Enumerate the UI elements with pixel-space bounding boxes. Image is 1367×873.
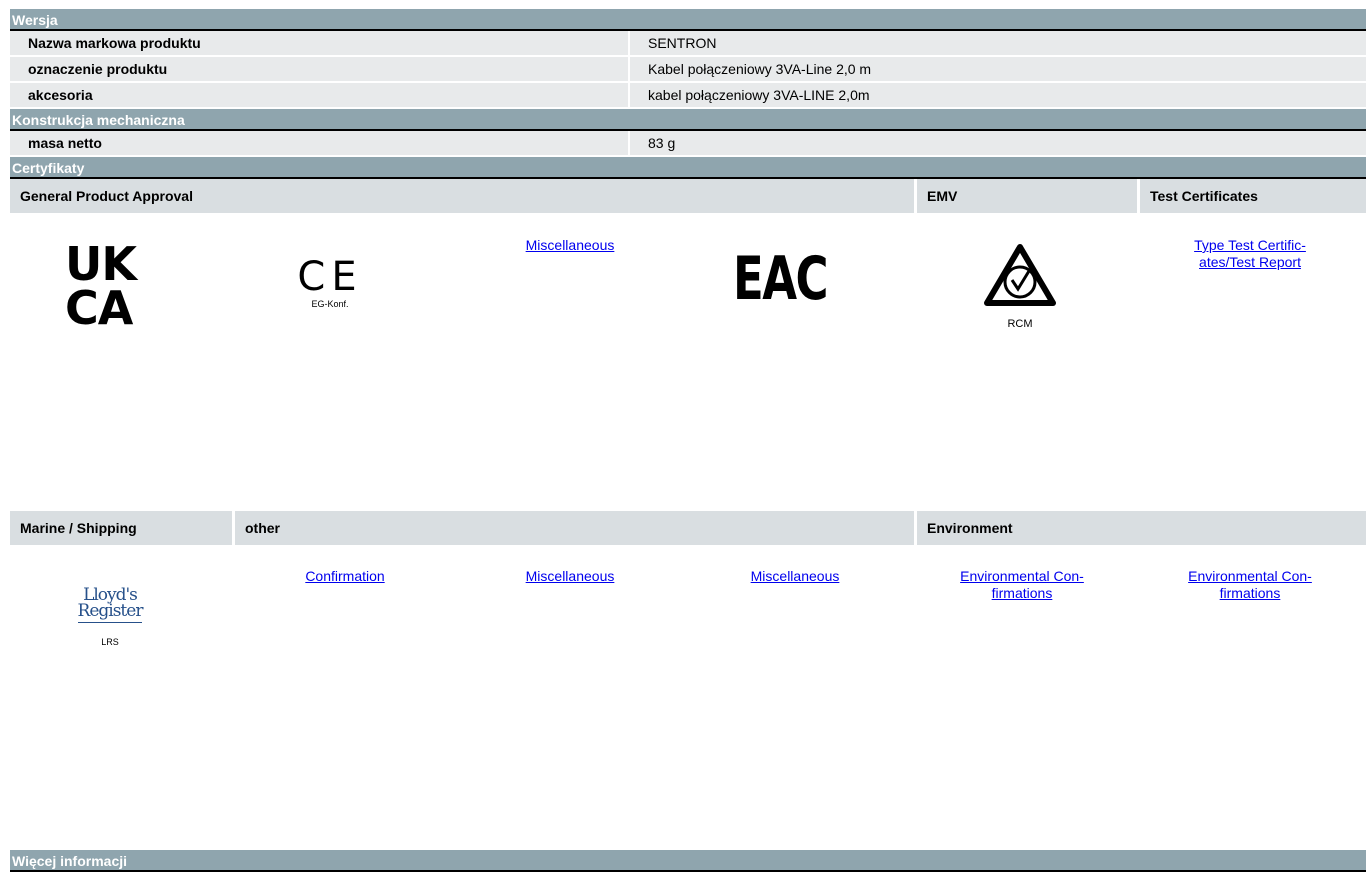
rcm-logo: RCM xyxy=(960,243,1080,330)
row-label: masa netto xyxy=(10,131,630,155)
ce-caption: EG-Konf. xyxy=(311,299,349,309)
section-header-konstrukcja: Konstrukcja mechaniczna xyxy=(10,109,1366,131)
confirmation-cell: Confirmation xyxy=(250,568,440,586)
ukca-logo: UK CA xyxy=(65,237,165,335)
env-cell-2: Environmental Con- firmations xyxy=(1150,568,1350,603)
header-marine: Marine / Shipping xyxy=(10,511,235,545)
lloyds-caption: LRS xyxy=(101,637,119,647)
row-label: Nazwa markowa produktu xyxy=(10,31,630,55)
rcm-icon xyxy=(984,244,1056,306)
cert-group1: UK CA CE EG-Konf. Miscellaneous EAC RCM xyxy=(10,213,1366,511)
miscellaneous-link[interactable]: Miscellaneous xyxy=(751,568,840,585)
environmental-confirmations-link[interactable]: Environmental Con- firmations xyxy=(1188,568,1312,602)
row-value: SENTRON xyxy=(630,31,1366,55)
table-row: masa netto 83 g xyxy=(10,131,1366,157)
table-row: oznaczenie produktu Kabel połączeniowy 3… xyxy=(10,57,1366,83)
misc-cell-1: Miscellaneous xyxy=(475,237,665,255)
table-row: akcesoria kabel połączeniowy 3VA-LINE 2,… xyxy=(10,83,1366,109)
test-report-cell: Type Test Certific- ates/Test Report xyxy=(1150,237,1350,272)
cert-group1-headers: General Product Approval EMV Test Certif… xyxy=(10,179,1366,213)
lloyds-logo: Lloyd's Register LRS xyxy=(70,587,150,648)
misc-cell-3: Miscellaneous xyxy=(700,568,890,586)
header-general-approval: General Product Approval xyxy=(10,179,917,213)
header-emv: EMV xyxy=(917,179,1140,213)
section-header-wersja: Wersja xyxy=(10,9,1366,31)
datasheet: Wersja Nazwa markowa produktu SENTRON oz… xyxy=(10,9,1366,872)
rcm-caption: RCM xyxy=(1007,318,1033,330)
cert-group2: Lloyd's Register LRS Confirmation Miscel… xyxy=(10,545,1366,850)
row-value: Kabel połączeniowy 3VA-Line 2,0 m xyxy=(630,57,1366,81)
ukca-line2: CA xyxy=(65,281,133,335)
ukca-line1: UK xyxy=(65,237,137,291)
miscellaneous-link[interactable]: Miscellaneous xyxy=(526,568,615,585)
lloyds-line2: Register xyxy=(77,601,144,621)
table-row: Nazwa markowa produktu SENTRON xyxy=(10,31,1366,57)
miscellaneous-link[interactable]: Miscellaneous xyxy=(526,237,615,254)
ce-logo: CE EG-Konf. xyxy=(275,255,385,309)
row-label: oznaczenie produktu xyxy=(10,57,630,81)
row-value: 83 g xyxy=(630,131,1366,155)
test-report-link[interactable]: Type Test Certific- ates/Test Report xyxy=(1194,237,1306,271)
section-header-wiecej: Więcej informacji xyxy=(10,850,1366,872)
row-label: akcesoria xyxy=(10,83,630,107)
eac-logo: EAC xyxy=(700,247,860,311)
section-header-certyfikaty: Certyfikaty xyxy=(10,157,1366,179)
misc-cell-2: Miscellaneous xyxy=(475,568,665,586)
ce-mark: CE xyxy=(297,254,363,300)
header-environment: Environment xyxy=(917,511,1366,545)
cert-group2-headers: Marine / Shipping other Environment xyxy=(10,511,1366,545)
environmental-confirmations-link[interactable]: Environmental Con- firmations xyxy=(960,568,1084,602)
header-test-certificates: Test Certificates xyxy=(1140,179,1366,213)
confirmation-link[interactable]: Confirmation xyxy=(305,568,384,585)
header-other: other xyxy=(235,511,917,545)
env-cell-1: Environmental Con- firmations xyxy=(922,568,1122,603)
eac-mark: EAC xyxy=(732,244,829,314)
row-value: kabel połączeniowy 3VA-LINE 2,0m xyxy=(630,83,1366,107)
